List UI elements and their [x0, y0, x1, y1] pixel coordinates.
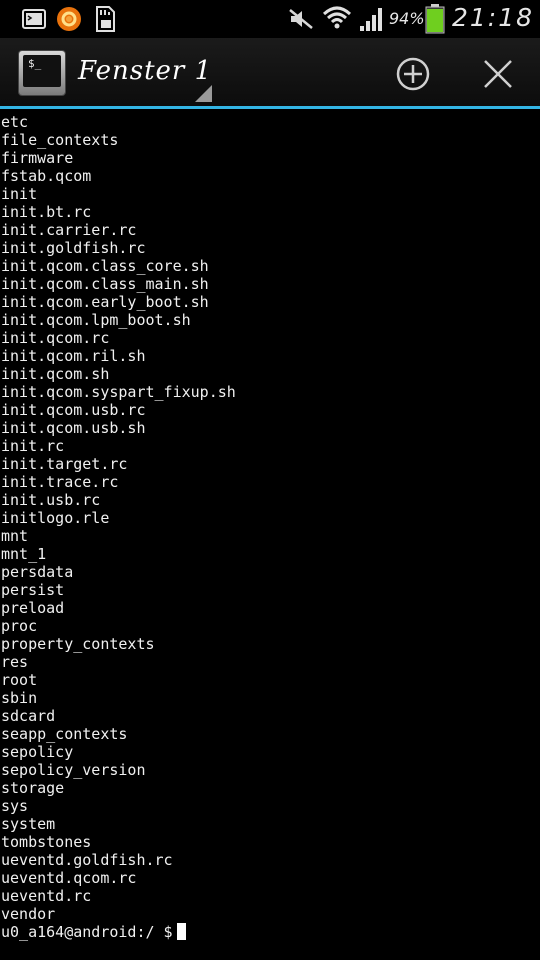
wifi-icon	[322, 6, 352, 29]
terminal-prompt: u0_a164@android:/ $	[1, 923, 173, 941]
terminal-line: proc	[1, 617, 38, 635]
terminal-line: init.goldfish.rc	[1, 239, 146, 257]
terminal-prompt-line[interactable]: u0_a164@android:/ $	[1, 923, 186, 941]
status-bar: 94% 21:18	[0, 0, 540, 38]
close-window-button[interactable]	[482, 58, 514, 90]
terminal-line: persist	[1, 581, 65, 599]
terminal-line: mnt	[1, 527, 29, 545]
window-selector[interactable]: Fenster 1	[70, 38, 212, 102]
terminal-line: mnt_1	[1, 545, 47, 563]
terminal-line: sys	[1, 797, 29, 815]
sd-card-icon	[96, 6, 115, 32]
terminal-line: init.target.rc	[1, 455, 128, 473]
terminal-line: tombstones	[1, 833, 92, 851]
terminal-line: fstab.qcom	[1, 167, 92, 185]
terminal-line: ueventd.qcom.rc	[1, 869, 137, 887]
terminal-output[interactable]: etc file_contexts firmware fstab.qcom init in…	[0, 113, 540, 960]
terminal-line: init.qcom.usb.sh	[1, 419, 146, 437]
terminal-line: init	[1, 185, 38, 203]
battery-icon	[425, 4, 445, 34]
window-title: Fenster 1	[78, 56, 213, 86]
terminal-line: init.rc	[1, 437, 65, 455]
terminal-line: root	[1, 671, 38, 689]
terminal-line: storage	[1, 779, 65, 797]
terminal-line: init.qcom.early_boot.sh	[1, 293, 209, 311]
terminal-line: etc	[1, 113, 29, 131]
terminal-line: ueventd.goldfish.rc	[1, 851, 173, 869]
terminal-line: seapp_contexts	[1, 725, 128, 743]
terminal-line: init.bt.rc	[1, 203, 92, 221]
terminal-app-icon[interactable]: $_	[19, 51, 65, 95]
add-window-button[interactable]	[396, 57, 430, 91]
terminal-line: init.qcom.class_main.sh	[1, 275, 209, 293]
terminal-line: firmware	[1, 149, 74, 167]
terminal-line: ueventd.rc	[1, 887, 92, 905]
action-bar-underline	[0, 106, 540, 109]
action-bar: $_ Fenster 1	[0, 38, 540, 106]
terminal-line: init.qcom.syspart_fixup.sh	[1, 383, 236, 401]
signal-icon	[360, 8, 382, 31]
dropdown-indicator-icon	[195, 85, 212, 102]
terminal-line: init.qcom.rc	[1, 329, 110, 347]
terminal-line: vendor	[1, 905, 56, 923]
terminal-line: init.qcom.usb.rc	[1, 401, 146, 419]
terminal-cursor	[176, 923, 186, 940]
terminal-line: system	[1, 815, 56, 833]
terminal-line: init.carrier.rc	[1, 221, 137, 239]
terminal-line: init.qcom.class_core.sh	[1, 257, 209, 275]
terminal-line: sepolicy	[1, 743, 74, 761]
terminal-line: init.qcom.lpm_boot.sh	[1, 311, 191, 329]
mute-icon	[289, 9, 313, 29]
terminal-app-icon-screen: $_	[23, 55, 61, 87]
terminal-line: init.qcom.sh	[1, 365, 110, 383]
terminal-line: initlogo.rle	[1, 509, 110, 527]
terminal-line: init.trace.rc	[1, 473, 119, 491]
terminal-icon	[22, 9, 46, 29]
firefox-icon	[57, 7, 81, 31]
terminal-line: init.qcom.ril.sh	[1, 347, 146, 365]
terminal-line: sdcard	[1, 707, 56, 725]
terminal-line: preload	[1, 599, 65, 617]
clock: 21:18	[452, 3, 535, 32]
terminal-line: persdata	[1, 563, 74, 581]
terminal-app-icon-prompt: $_	[28, 57, 42, 70]
terminal-line: res	[1, 653, 29, 671]
terminal-line: file_contexts	[1, 131, 119, 149]
terminal-line: sbin	[1, 689, 38, 707]
terminal-line: init.usb.rc	[1, 491, 101, 509]
terminal-line: sepolicy_version	[1, 761, 146, 779]
terminal-line: property_contexts	[1, 635, 155, 653]
battery-percent: 94%	[389, 9, 425, 28]
